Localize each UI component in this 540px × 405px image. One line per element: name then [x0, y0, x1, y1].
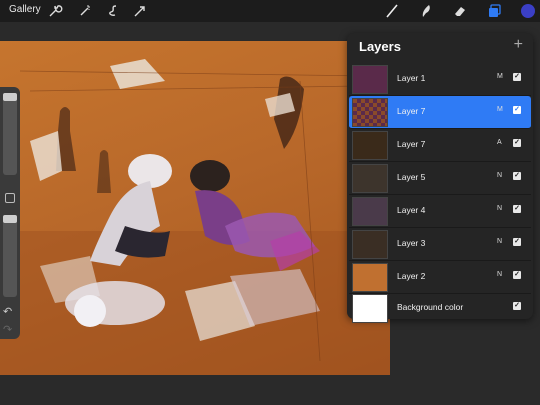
artwork — [0, 59, 390, 375]
opacity-thumb[interactable] — [3, 215, 17, 223]
layer-row[interactable]: Layer 1 M ✓ — [349, 63, 531, 96]
add-layer-button[interactable]: + — [514, 36, 523, 54]
layer-thumbnail — [352, 164, 388, 193]
layer-row[interactable]: Layer 2 N ✓ — [349, 261, 531, 294]
layer-name: Layer 2 — [397, 271, 426, 281]
redo-button[interactable]: ↷ — [3, 323, 12, 336]
visibility-checkbox[interactable]: ✓ — [513, 302, 521, 310]
magic-wand-icon[interactable] — [77, 3, 93, 19]
visibility-checkbox[interactable]: ✓ — [513, 238, 521, 246]
layer-row[interactable]: Layer 5 N ✓ — [349, 162, 531, 195]
selection-arrow-icon[interactable] — [132, 3, 148, 19]
wrench-icon[interactable] — [47, 3, 63, 19]
layer-name: Layer 4 — [397, 205, 426, 215]
layer-name: Layer 7 — [397, 139, 426, 149]
blend-mode[interactable]: M — [497, 73, 503, 80]
layer-thumbnail — [352, 294, 388, 323]
gallery-button[interactable]: Gallery — [9, 4, 41, 15]
modify-button[interactable] — [5, 193, 15, 203]
layer-name: Layer 1 — [397, 73, 426, 83]
layer-row[interactable]: Layer 4 N ✓ — [349, 195, 531, 228]
brush-size-thumb[interactable] — [3, 93, 17, 101]
undo-button[interactable]: ↶ — [3, 305, 12, 318]
adjustments-icon[interactable] — [105, 3, 121, 19]
smudge-icon[interactable] — [418, 3, 434, 19]
layer-thumbnail — [352, 98, 388, 127]
layers-title: Layers — [359, 39, 401, 54]
brush-size-slider[interactable] — [3, 93, 17, 175]
layer-row-selected[interactable]: Layer 7 M ✓ — [349, 96, 531, 129]
layer-name: Background color — [397, 302, 464, 312]
drawing-canvas[interactable] — [0, 41, 390, 375]
opacity-slider[interactable] — [3, 215, 17, 297]
visibility-checkbox[interactable]: ✓ — [513, 139, 521, 147]
layers-icon[interactable] — [486, 3, 502, 19]
visibility-checkbox[interactable]: ✓ — [513, 271, 521, 279]
top-toolbar: Gallery — [0, 0, 540, 22]
layer-row-background[interactable]: Background color ✓ — [349, 292, 531, 324]
layer-row[interactable]: Layer 7 A ✓ — [349, 129, 531, 162]
left-sidebar: ↶ ↷ — [0, 87, 20, 339]
eraser-icon[interactable] — [452, 3, 468, 19]
layer-row[interactable]: Layer 3 N ✓ — [349, 228, 531, 261]
layer-name: Layer 5 — [397, 172, 426, 182]
layers-panel: Layers + Layer 1 M ✓ Layer 7 M ✓ Layer 7… — [347, 33, 533, 323]
layer-name: Layer 7 — [397, 106, 426, 116]
color-icon[interactable] — [520, 3, 536, 19]
blend-mode[interactable]: N — [497, 271, 502, 278]
layer-thumbnail — [352, 230, 388, 259]
visibility-checkbox[interactable]: ✓ — [513, 73, 521, 81]
layer-thumbnail — [352, 263, 388, 292]
blend-mode[interactable]: A — [497, 139, 502, 146]
layer-thumbnail — [352, 197, 388, 226]
visibility-checkbox[interactable]: ✓ — [513, 205, 521, 213]
visibility-checkbox[interactable]: ✓ — [513, 106, 521, 114]
blend-mode[interactable]: N — [497, 172, 502, 179]
visibility-checkbox[interactable]: ✓ — [513, 172, 521, 180]
layer-name: Layer 3 — [397, 238, 426, 248]
blend-mode[interactable]: M — [497, 106, 503, 113]
layer-thumbnail — [352, 131, 388, 160]
layer-thumbnail — [352, 65, 388, 94]
blend-mode[interactable]: N — [497, 205, 502, 212]
brush-icon[interactable] — [384, 3, 400, 19]
blend-mode[interactable]: N — [497, 238, 502, 245]
